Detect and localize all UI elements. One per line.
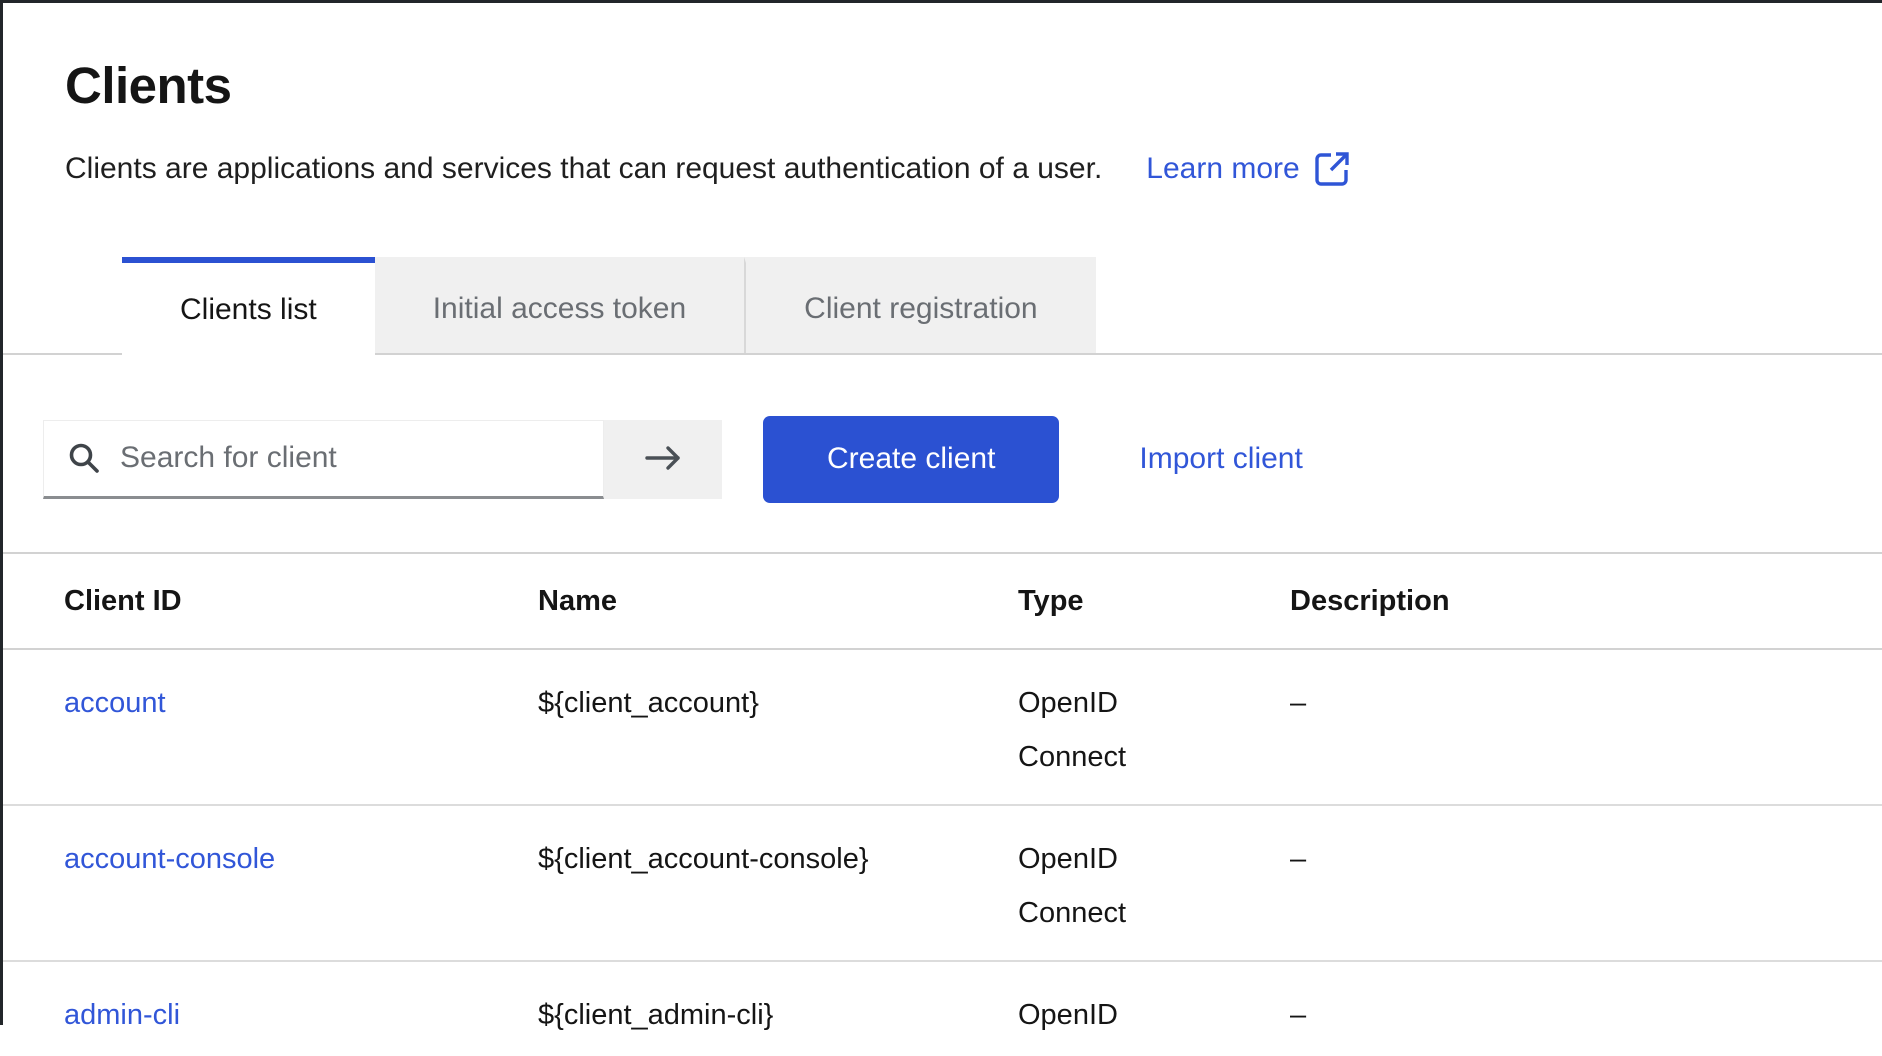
learn-more-label: Learn more (1146, 148, 1299, 190)
client-id-link[interactable]: account-console (64, 843, 275, 875)
tab-bar: Clients list Initial access token Client… (0, 257, 1882, 355)
window-border-left (0, 0, 3, 1025)
client-name-cell: ${client_account-console} (538, 805, 1018, 961)
client-description-cell: – (1290, 805, 1882, 961)
learn-more-link[interactable]: Learn more (1146, 148, 1351, 190)
clients-toolbar: Create client Import client (0, 415, 1882, 503)
client-type-cell: OpenID Connect (1018, 676, 1188, 784)
table-row: admin-cli ${client_admin-cli} OpenID Con… (0, 961, 1882, 1056)
search-box (43, 420, 604, 499)
column-header-name: Name (538, 553, 1018, 649)
create-client-button[interactable]: Create client (763, 416, 1059, 503)
window-border-top (0, 0, 1882, 3)
table-row: account ${client_account} OpenID Connect… (0, 649, 1882, 805)
external-link-icon (1312, 149, 1352, 189)
search-submit-button[interactable] (604, 420, 722, 499)
client-name-cell: ${client_admin-cli} (538, 961, 1018, 1056)
page-title: Clients (65, 58, 1817, 114)
page-subtitle: Clients are applications and services th… (65, 148, 1102, 190)
table-header-row: Client ID Name Type Description (0, 553, 1882, 649)
client-description-cell: – (1290, 649, 1882, 805)
tab-client-registration[interactable]: Client registration (744, 257, 1095, 355)
tab-client-registration-label: Client registration (804, 292, 1037, 326)
client-type-cell: OpenID Connect (1018, 832, 1188, 940)
import-client-link[interactable]: Import client (1139, 442, 1302, 476)
client-name-cell: ${client_account} (538, 649, 1018, 805)
column-header-type: Type (1018, 553, 1290, 649)
page-header: Clients Clients are applications and ser… (0, 0, 1882, 190)
column-header-description: Description (1290, 553, 1882, 649)
client-type-cell: OpenID Connect (1018, 988, 1188, 1056)
tab-initial-access-token-label: Initial access token (433, 292, 686, 326)
client-description-cell: – (1290, 961, 1882, 1056)
clients-page: Clients Clients are applications and ser… (0, 0, 1882, 1056)
search-input[interactable] (120, 441, 603, 475)
client-id-link[interactable]: admin-cli (64, 999, 180, 1031)
tab-initial-access-token[interactable]: Initial access token (375, 257, 744, 355)
tab-clients-list[interactable]: Clients list (122, 257, 375, 357)
tab-clients-list-label: Clients list (180, 293, 317, 327)
arrow-right-icon (642, 441, 684, 478)
page-subtitle-row: Clients are applications and services th… (65, 148, 1817, 190)
client-id-link[interactable]: account (64, 687, 166, 719)
table-row: account-console ${client_account-console… (0, 805, 1882, 961)
clients-table: Client ID Name Type Description account … (0, 552, 1882, 1056)
search-icon (66, 440, 102, 476)
column-header-client-id: Client ID (0, 553, 538, 649)
